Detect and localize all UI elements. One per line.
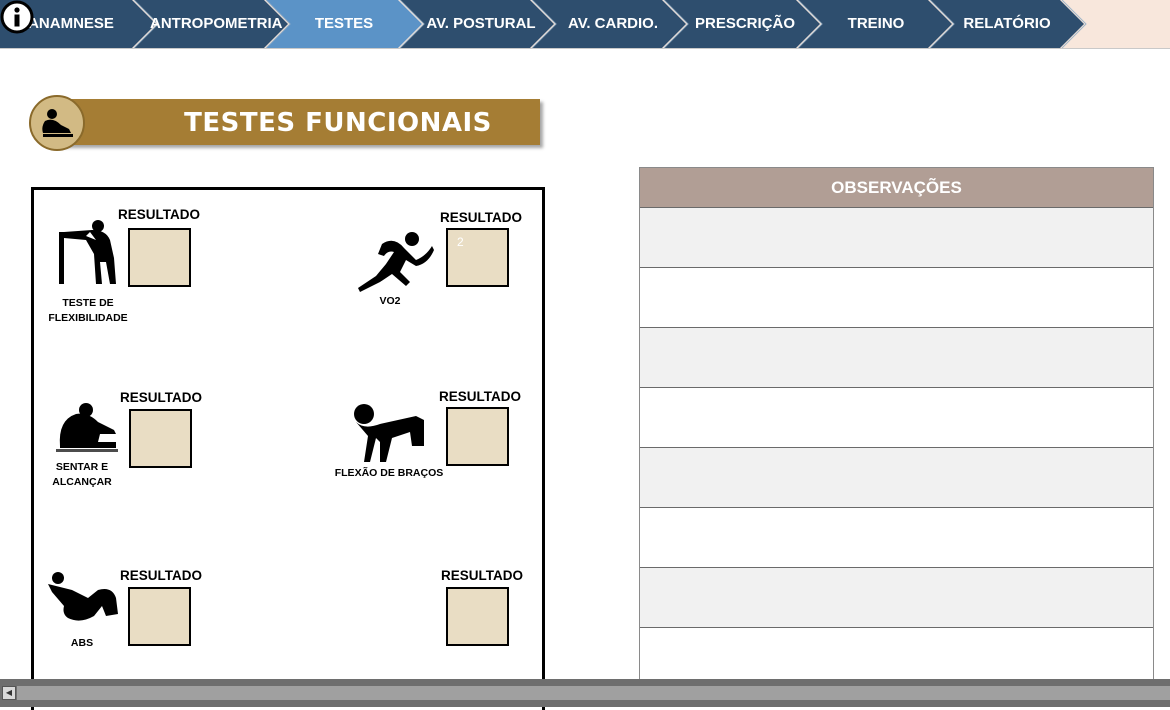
wall-stretch-icon [59,220,116,284]
test-name-line: FLEXIBILIDADE [48,312,128,324]
observation-row[interactable] [640,328,1153,388]
result-label-push-up: RESULTADO [439,389,521,404]
stretch-person-icon [29,95,85,151]
test-name-line: ALCANÇAR [52,476,112,488]
test-name-line: FLEXÃO DE BRAÇOS [334,467,444,479]
info-circle-icon[interactable] [0,0,34,34]
sit-up-icon [48,572,118,621]
test-name-line: SENTAR E [55,461,109,473]
observation-row[interactable] [640,448,1153,508]
functional-tests-panel: RESULTADO TESTE DE FLEXIBILIDADE RESULTA… [31,187,545,710]
observation-row[interactable] [640,388,1153,448]
push-up-icon [354,404,424,462]
scroll-left-icon[interactable]: ◀ [2,686,16,700]
test-name-line: ABS [70,637,94,649]
result-input-push-up[interactable] [446,407,509,466]
result-value-vo2: 2 [457,235,464,249]
observation-row[interactable] [640,508,1153,568]
result-label-extra: RESULTADO [441,568,523,583]
test-name-abs: ABS [54,636,110,651]
tab-prescricao[interactable]: PRESCRIÇÃO [680,0,810,48]
test-name-flexibility: TESTE DE FLEXIBILIDADE [40,296,136,326]
result-input-sit-and-reach[interactable] [129,409,192,468]
observation-row[interactable] [640,268,1153,328]
result-input-flexibility[interactable] [128,228,191,287]
top-navigation: ANAMNESE ANTROPOMETRIA TESTES AV. POSTUR… [0,0,1170,49]
tab-av-cardio[interactable]: AV. CARDIO. [548,0,678,48]
section-banner: TESTES FUNCIONAIS [58,99,540,145]
result-label-vo2: RESULTADO [440,210,522,225]
test-name-push-up: FLEXÃO DE BRAÇOS [334,466,444,481]
tab-antropometria[interactable]: ANTROPOMETRIA [150,0,283,48]
horizontal-scrollbar[interactable]: ◀ [0,679,1170,707]
result-input-vo2[interactable]: 2 [446,228,509,287]
result-input-extra[interactable] [446,587,509,646]
observations-header: OBSERVAÇÕES [640,168,1153,208]
observation-row[interactable] [640,208,1153,268]
test-name-line: TESTE DE [62,297,114,309]
result-label-abs: RESULTADO [120,568,202,583]
scrollbar-track[interactable] [17,686,1170,700]
runner-icon [358,232,434,292]
test-name-vo2: VO2 [360,294,420,309]
observation-row[interactable] [640,568,1153,628]
result-label-flexibility: RESULTADO [118,207,200,222]
tab-relatorio[interactable]: RELATÓRIO [944,0,1070,48]
page-title: TESTES FUNCIONAIS [184,108,492,138]
result-input-abs[interactable] [128,587,191,646]
tab-testes[interactable]: TESTES [282,0,406,48]
test-name-line: VO2 [379,295,401,307]
tab-treino[interactable]: TREINO [812,0,940,48]
tab-av-postural[interactable]: AV. POSTURAL [416,0,546,48]
sit-and-reach-icon [56,403,118,452]
observations-table: OBSERVAÇÕES [639,167,1154,688]
test-name-sit-and-reach: SENTAR E ALCANÇAR [42,460,122,490]
result-label-sit-and-reach: RESULTADO [120,390,202,405]
